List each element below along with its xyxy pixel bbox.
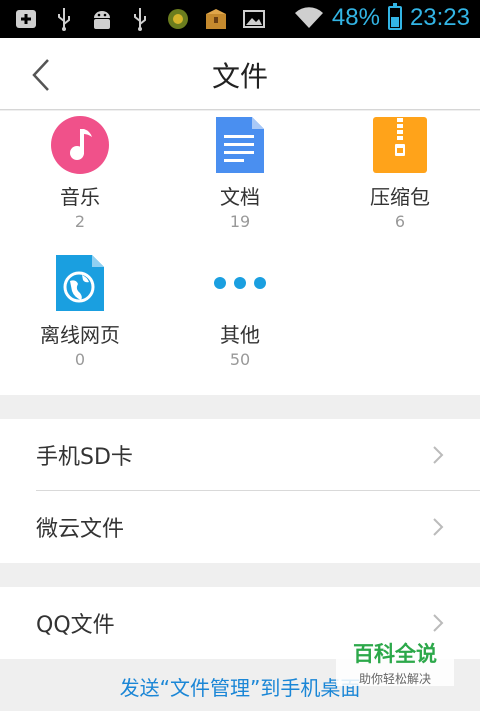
category-count: 19 bbox=[229, 212, 251, 231]
archive-icon bbox=[370, 115, 430, 175]
chevron-right-icon bbox=[433, 614, 444, 632]
clock: 23:23 bbox=[409, 4, 470, 31]
category-count: 50 bbox=[229, 350, 251, 369]
category-other[interactable]: 其他 50 bbox=[160, 253, 320, 369]
row-weiyun-files[interactable]: 微云文件 bbox=[0, 491, 480, 563]
category-label: 离线网页 bbox=[40, 323, 120, 347]
row-sd-card[interactable]: 手机SD卡 bbox=[0, 419, 480, 491]
category-count: 2 bbox=[74, 212, 86, 231]
category-archive[interactable]: 压缩包 6 bbox=[320, 115, 480, 231]
box-app-icon bbox=[204, 7, 228, 31]
watermark-subtitle: 助你轻松解决 bbox=[358, 672, 431, 686]
category-music[interactable]: 音乐 2 bbox=[0, 115, 160, 231]
category-count: 6 bbox=[394, 212, 406, 231]
usb-icon bbox=[128, 7, 152, 31]
app-icon bbox=[166, 7, 190, 31]
android-debug-icon bbox=[90, 7, 114, 31]
watermark-title: 百科全说 bbox=[353, 642, 437, 666]
battery-icon bbox=[387, 3, 402, 30]
watermark: 百科全说 助你轻松解决 bbox=[336, 634, 454, 686]
title-bar: 文件 bbox=[0, 38, 480, 110]
category-count: 0 bbox=[74, 350, 86, 369]
category-grid: 音乐 2 文档 19 压缩包 6 离线网页 0 其他 50 bbox=[0, 111, 480, 395]
page-title: 文件 bbox=[211, 60, 268, 93]
category-offline-webpage[interactable]: 离线网页 0 bbox=[0, 253, 160, 369]
row-label: 手机SD卡 bbox=[36, 445, 133, 470]
locations-list: 手机SD卡 微云文件 bbox=[0, 419, 480, 563]
row-label: QQ文件 bbox=[36, 613, 115, 638]
add-notification-icon bbox=[14, 7, 38, 31]
category-label: 压缩包 bbox=[370, 185, 430, 209]
usb-icon bbox=[52, 7, 76, 31]
row-label: 微云文件 bbox=[36, 517, 125, 542]
status-bar: 48% 23:23 bbox=[0, 0, 480, 38]
category-label: 其他 bbox=[220, 323, 260, 347]
wifi-icon bbox=[294, 7, 323, 29]
chevron-right-icon bbox=[433, 446, 444, 464]
document-icon bbox=[210, 115, 270, 175]
battery-percent: 48% bbox=[331, 4, 380, 31]
category-label: 音乐 bbox=[60, 185, 100, 209]
offline-webpage-icon bbox=[50, 253, 110, 313]
image-icon bbox=[242, 7, 266, 31]
music-icon bbox=[50, 115, 110, 175]
category-document[interactable]: 文档 19 bbox=[160, 115, 320, 231]
chevron-right-icon bbox=[433, 518, 444, 536]
more-icon bbox=[210, 253, 270, 313]
category-label: 文档 bbox=[220, 185, 260, 209]
